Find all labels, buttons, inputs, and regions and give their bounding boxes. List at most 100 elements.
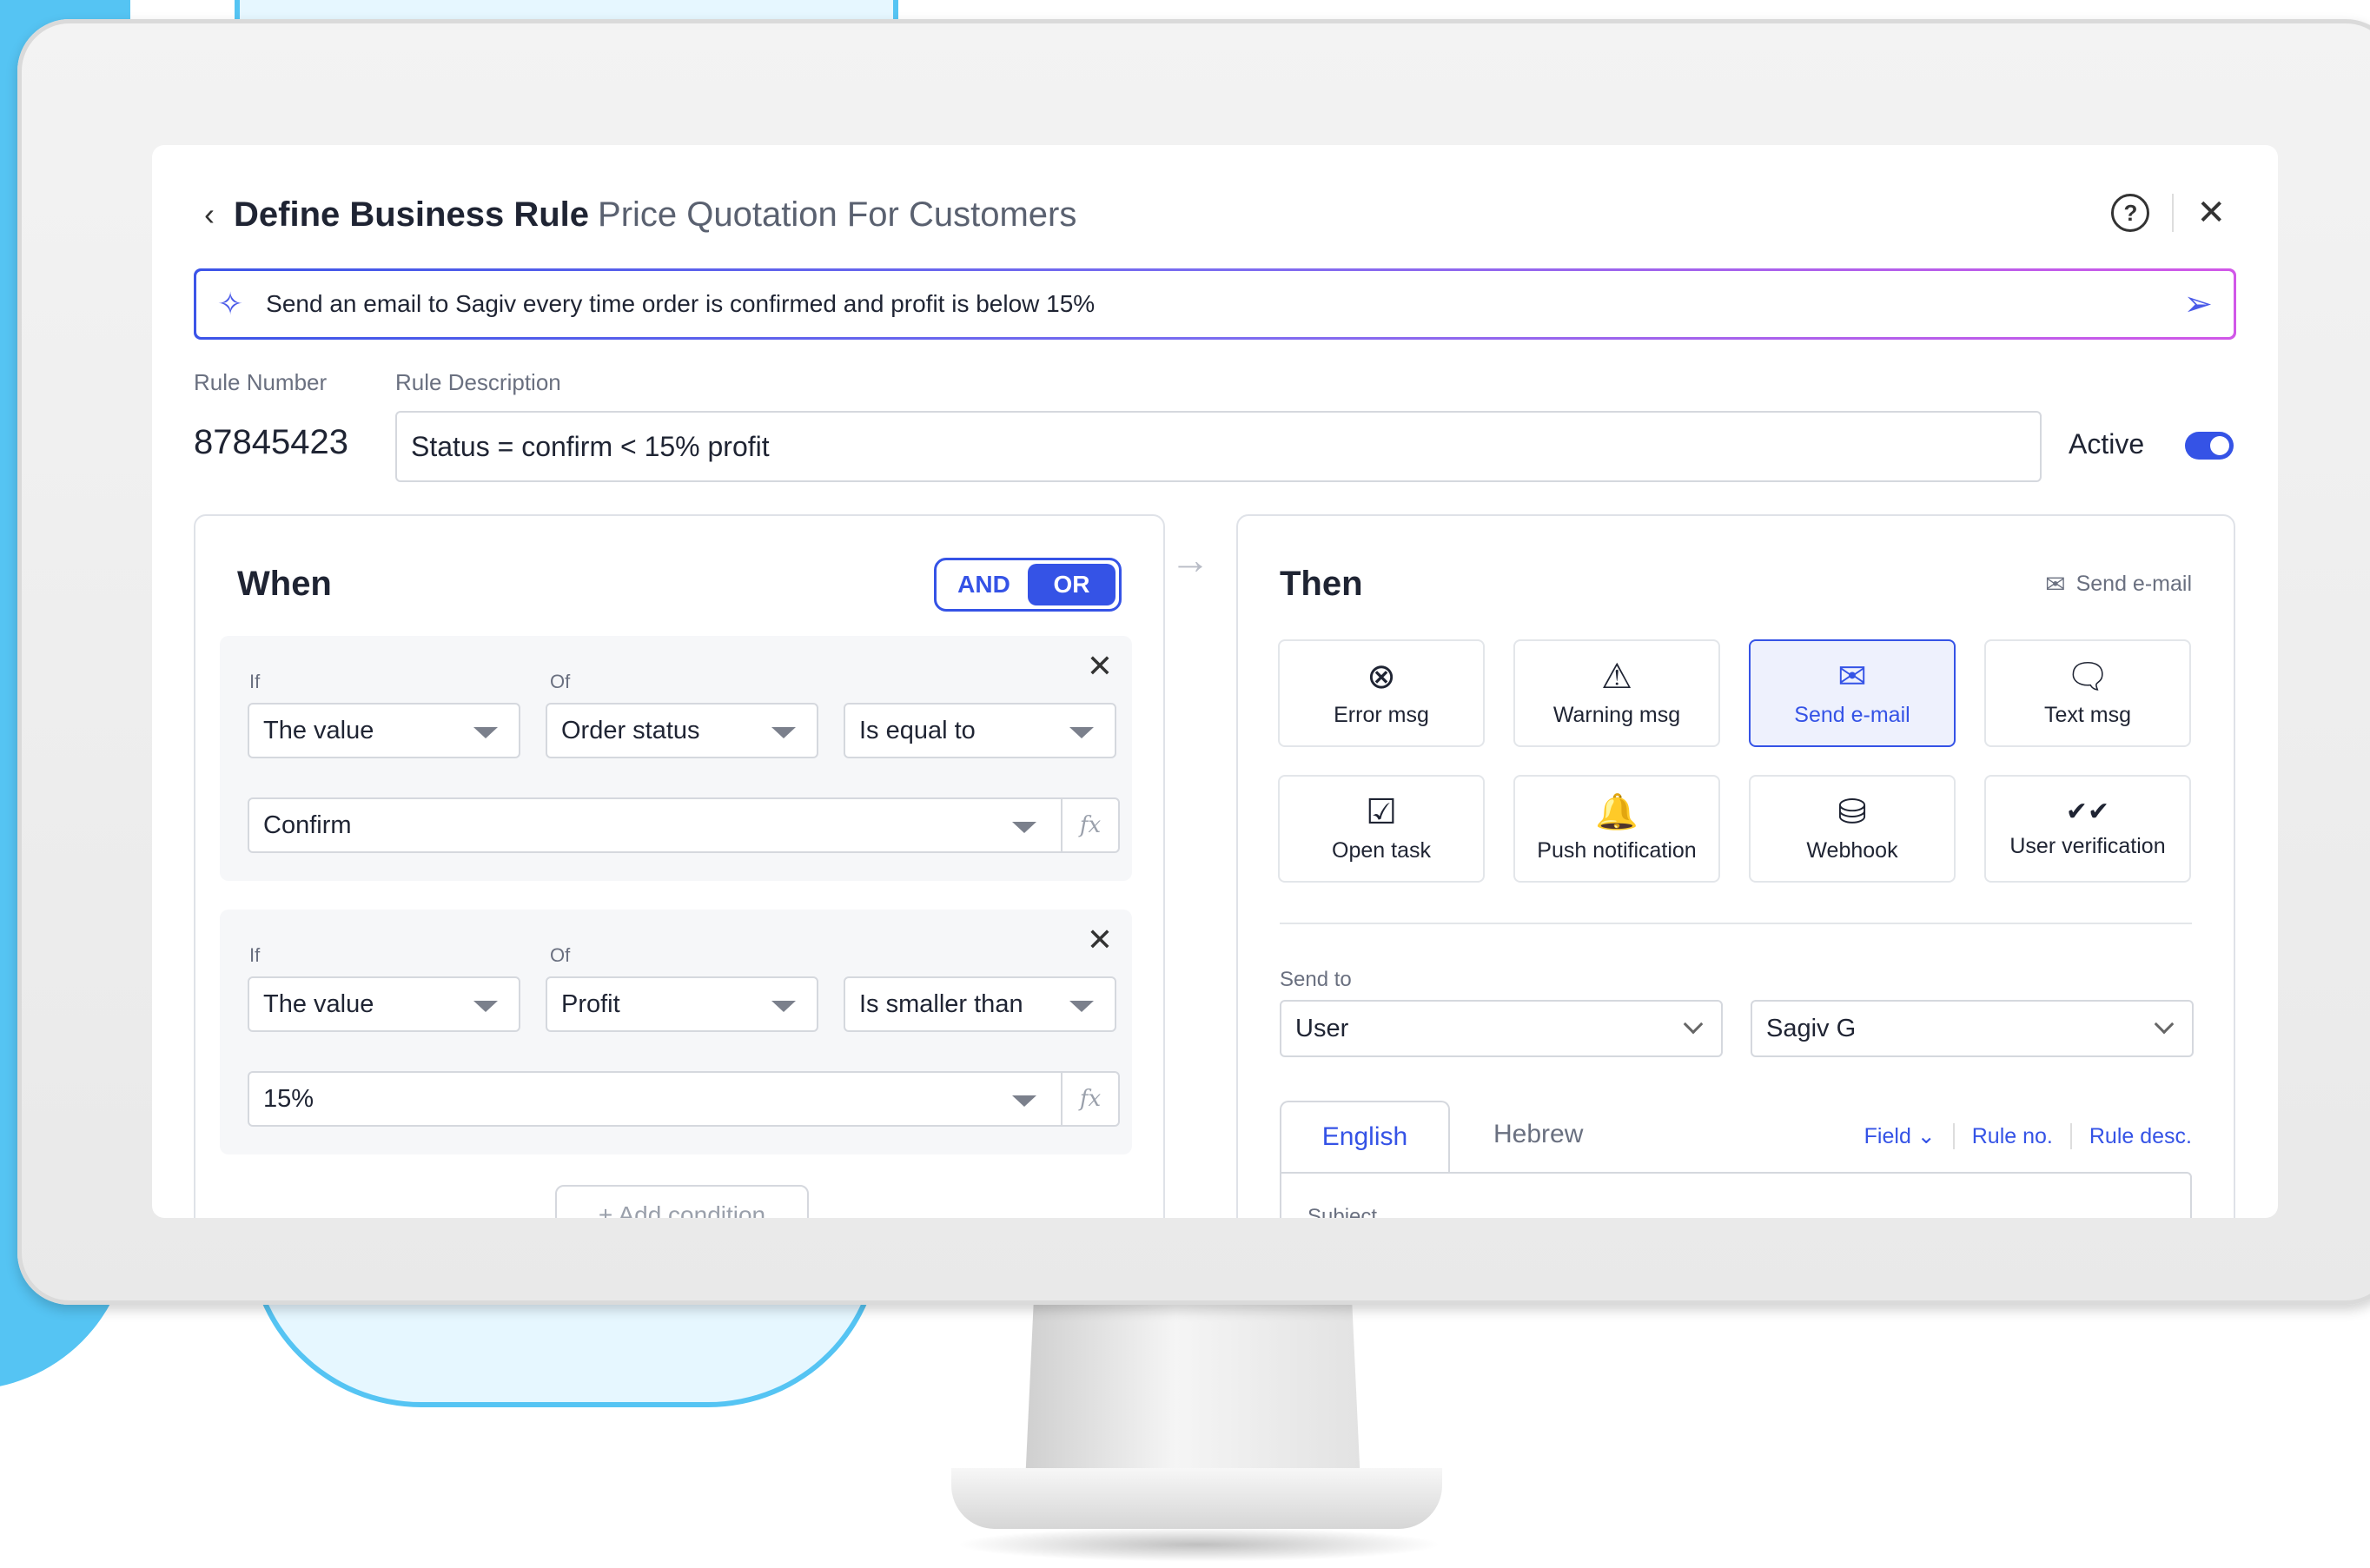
subject-select-value: The value — [263, 989, 374, 1018]
rule-description-input[interactable]: Status = confirm < 15% profit — [395, 411, 2042, 482]
or-option[interactable]: OR — [1028, 564, 1115, 605]
if-label: If — [249, 671, 261, 692]
back-icon[interactable]: ‹ — [204, 199, 215, 230]
value-select[interactable]: 15% fx — [248, 1071, 1120, 1127]
field-select-value: Profit — [561, 989, 620, 1018]
envelope-icon: ✉ — [1837, 657, 1867, 696]
action-tile-open-task[interactable]: ☑ Open task — [1278, 775, 1485, 883]
caret-down-icon — [1069, 1001, 1094, 1012]
value-select-value: Confirm — [263, 810, 352, 839]
send-to-user-value: Sagiv G — [1766, 1014, 1857, 1042]
tab-hebrew[interactable]: Hebrew — [1493, 1120, 1583, 1149]
insert-field-link[interactable]: Field ⌄ — [1864, 1123, 1936, 1149]
header-actions: ? ✕ — [2111, 194, 2226, 232]
caret-down-icon — [771, 727, 796, 738]
formula-icon[interactable]: fx — [1061, 1073, 1118, 1125]
token-divider — [2069, 1123, 2072, 1149]
insert-rule-desc-link[interactable]: Rule desc. — [2089, 1124, 2192, 1149]
selected-action-indicator: ✉ Send e-mail — [2045, 570, 2192, 599]
sparkle-icon: ✧ — [217, 286, 244, 321]
logic-switch[interactable]: AND OR — [934, 558, 1122, 612]
remove-condition-icon[interactable]: ✕ — [1087, 648, 1113, 685]
caret-down-icon — [1012, 822, 1036, 833]
arrow-right-icon: → — [1170, 537, 1210, 582]
operator-select[interactable]: Is smaller than — [844, 976, 1116, 1032]
subject-label: Subject — [1307, 1205, 1378, 1218]
when-title: When — [237, 565, 332, 603]
action-tile-send-email[interactable]: ✉ Send e-mail — [1749, 639, 1956, 747]
language-tabs: English Hebrew Field ⌄ Rule no. Rule des… — [1280, 1101, 2192, 1172]
field-select[interactable]: Profit — [546, 976, 818, 1032]
database-icon: ⛁ — [1837, 792, 1867, 831]
insert-tokens: Field ⌄ Rule no. Rule desc. — [1864, 1123, 2192, 1149]
selected-action-label: Send e-mail — [2075, 572, 2192, 596]
page-subtitle: Price Quotation For Customers — [598, 195, 1077, 234]
action-tile-push-notification[interactable]: 🔔 Push notification — [1513, 775, 1720, 883]
active-label: Active — [2069, 428, 2145, 460]
action-tile-error-msg[interactable]: ⊗ Error msg — [1278, 639, 1485, 747]
field-select[interactable]: Order status — [546, 703, 818, 758]
divider — [1280, 923, 2192, 924]
add-condition-button[interactable]: + Add condition — [555, 1185, 809, 1218]
error-circle-icon: ⊗ — [1367, 657, 1396, 696]
field-select-value: Order status — [561, 716, 700, 744]
active-toggle[interactable] — [2185, 432, 2234, 460]
of-label: Of — [550, 671, 571, 692]
action-label: Error msg — [1334, 702, 1429, 727]
if-label: If — [249, 944, 261, 966]
envelope-icon: ✉ — [2045, 571, 2066, 598]
action-tile-webhook[interactable]: ⛁ Webhook — [1749, 775, 1956, 883]
caret-down-icon — [1012, 1095, 1036, 1107]
subject-select[interactable]: The value — [248, 976, 520, 1032]
send-to-type-value: User — [1295, 1014, 1349, 1042]
then-panel: Then ✉ Send e-mail ⊗ Error msg ⚠ Warning… — [1236, 514, 2235, 1218]
subject-select[interactable]: The value — [248, 703, 520, 758]
action-label: Send e-mail — [1794, 702, 1910, 727]
formula-icon[interactable]: fx — [1061, 799, 1118, 851]
chevron-down-icon — [2154, 1014, 2175, 1035]
operator-select-value: Is equal to — [859, 716, 976, 744]
action-label: Open task — [1332, 837, 1431, 863]
ai-prompt-bar: ✧ Send an email to Sagiv every time orde… — [194, 268, 2236, 340]
send-icon[interactable]: ➢ — [2183, 284, 2213, 324]
dialog-header: ‹ Define Business Rule Price Quotation F… — [204, 189, 2226, 241]
app-screen: ‹ Define Business Rule Price Quotation F… — [152, 145, 2278, 1218]
action-label: Text msg — [2043, 702, 2132, 727]
chevron-down-icon — [1683, 1014, 1704, 1035]
and-option[interactable]: AND — [940, 564, 1028, 605]
caret-down-icon — [473, 1001, 498, 1012]
send-to-user-select[interactable]: Sagiv G — [1751, 1000, 2194, 1057]
value-select-value: 15% — [263, 1084, 314, 1113]
action-tile-warning-msg[interactable]: ⚠ Warning msg — [1513, 639, 1720, 747]
action-tile-user-verification[interactable]: ✔✔ User verification — [1984, 775, 2191, 883]
rule-number-value: 87845423 — [194, 423, 348, 461]
insert-rule-no-link[interactable]: Rule no. — [1972, 1124, 2053, 1149]
ai-prompt-input[interactable]: ✧ Send an email to Sagiv every time orde… — [196, 271, 2234, 337]
monitor-stand-base — [951, 1468, 1442, 1529]
page-title: Define Business Rule — [234, 195, 590, 234]
header-divider — [2172, 194, 2175, 232]
email-editor: Subject — [1280, 1172, 2192, 1218]
checkbox-icon: ☑ — [1366, 792, 1397, 831]
then-title: Then — [1280, 565, 1363, 603]
remove-condition-icon[interactable]: ✕ — [1087, 922, 1113, 958]
action-label: Webhook — [1806, 837, 1898, 863]
when-panel: When AND OR ✕ If Of The value Order stat… — [194, 514, 1165, 1218]
action-label: User verification — [2009, 833, 2166, 858]
bell-icon: 🔔 — [1595, 792, 1638, 831]
rule-number-label: Rule Number — [194, 369, 328, 395]
operator-select[interactable]: Is equal to — [844, 703, 1116, 758]
send-to-label: Send to — [1280, 968, 1352, 991]
ai-prompt-text[interactable]: Send an email to Sagiv every time order … — [266, 290, 2183, 318]
of-label: Of — [550, 944, 571, 966]
tab-english[interactable]: English — [1280, 1101, 1450, 1172]
value-select[interactable]: Confirm fx — [248, 797, 1120, 853]
close-icon[interactable]: ✕ — [2196, 195, 2226, 230]
condition-card: ✕ If Of The value Profit Is smaller than — [220, 910, 1132, 1154]
help-icon[interactable]: ? — [2111, 194, 2150, 232]
monitor-frame: ‹ Define Business Rule Price Quotation F… — [17, 19, 2370, 1305]
caret-down-icon — [473, 727, 498, 738]
rule-description-label: Rule Description — [395, 369, 561, 395]
send-to-type-select[interactable]: User — [1280, 1000, 1723, 1057]
action-tile-text-msg[interactable]: 🗨 Text msg — [1984, 639, 2191, 747]
